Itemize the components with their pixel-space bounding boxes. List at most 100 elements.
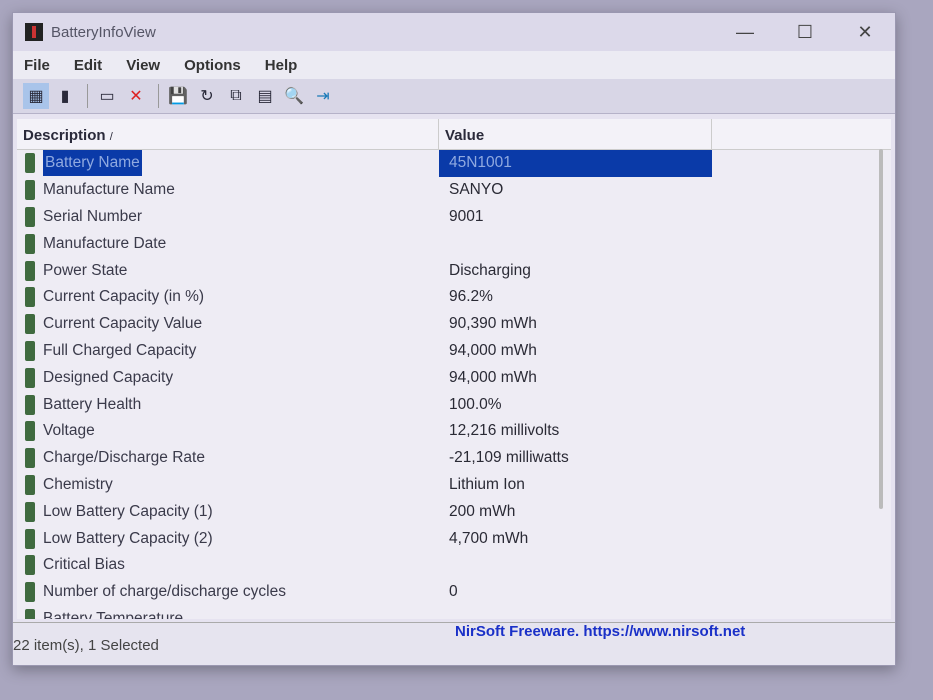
battery-icon: [25, 180, 35, 201]
menu-edit[interactable]: Edit: [71, 57, 105, 74]
row-description: Low Battery Capacity (2): [43, 529, 213, 547]
nirsoft-link[interactable]: NirSoft Freeware. https://www.nirsoft.ne…: [455, 623, 745, 640]
app-icon: [25, 23, 43, 41]
row-value: SANYO: [449, 181, 504, 199]
options-icon: ▤: [257, 88, 273, 105]
row-value: -21,109 milliwatts: [449, 449, 569, 467]
table-row[interactable]: Voltage 12,216 millivolts: [17, 418, 891, 445]
list-header: Description / Value: [17, 119, 891, 150]
row-description: Battery Health: [43, 395, 142, 413]
row-value: 94,000 mWh: [449, 368, 537, 386]
table-row[interactable]: Chemistry Lithium Ion: [17, 472, 891, 499]
row-value: 45N1001: [439, 150, 712, 177]
row-value: Discharging: [449, 261, 531, 279]
menu-help[interactable]: Help: [262, 57, 301, 74]
table-row[interactable]: Manufacture Name SANYO: [17, 177, 891, 204]
copy-icon: ⧉: [230, 87, 242, 104]
row-value: 0: [449, 583, 458, 601]
save-button[interactable]: 💾: [165, 83, 191, 109]
save-icon: 💾: [168, 88, 188, 105]
window-title: BatteryInfoView: [51, 23, 156, 41]
row-description: Current Capacity (in %): [43, 288, 205, 306]
table-row[interactable]: Battery Name 45N1001: [17, 150, 891, 177]
copy-button[interactable]: ⧉: [223, 83, 249, 109]
battery-icon: [25, 394, 35, 415]
options-button[interactable]: ▤: [252, 83, 278, 109]
html-report-icon: ▭: [99, 88, 115, 105]
maximize-button[interactable]: ☐: [775, 22, 835, 43]
menu-options[interactable]: Options: [181, 57, 244, 74]
table-row[interactable]: Serial Number 9001: [17, 204, 891, 231]
table-row[interactable]: Number of charge/discharge cycles 0: [17, 579, 891, 606]
battery-icon: [25, 608, 35, 619]
toolbar: ▦ ▮ ▭ ✕ 💾 ↻ ⧉ ▤ 🔍 ⇥: [13, 79, 895, 114]
battery-icon: [25, 367, 35, 388]
row-description: Power State: [43, 261, 128, 279]
find-icon: 🔍: [284, 88, 304, 105]
row-value: 94,000 mWh: [449, 341, 537, 359]
table-row[interactable]: Charge/Discharge Rate -21,109 milliwatts: [17, 445, 891, 472]
table-row[interactable]: Current Capacity Value 90,390 mWh: [17, 311, 891, 338]
table-row[interactable]: Designed Capacity 94,000 mWh: [17, 364, 891, 391]
table-row[interactable]: Low Battery Capacity (2) 4,700 mWh: [17, 525, 891, 552]
battery-icon: [25, 501, 35, 522]
battery-icon: [25, 287, 35, 308]
row-value: 90,390 mWh: [449, 315, 537, 333]
battery-info-list: Description / Value Battery Name 45N1001 M…: [17, 119, 891, 619]
battery-icon: [25, 555, 35, 576]
row-description: Full Charged Capacity: [43, 341, 197, 359]
row-value: Lithium Ion: [449, 475, 525, 493]
battery-icon: [25, 528, 35, 549]
battery-icon: [25, 474, 35, 495]
table-row[interactable]: Low Battery Capacity (1) 200 mWh: [17, 498, 891, 525]
row-description: Voltage: [43, 422, 95, 440]
vertical-scrollbar[interactable]: [879, 149, 883, 509]
row-description: Current Capacity Value: [43, 315, 203, 333]
row-description: Critical Bias: [43, 556, 125, 574]
menu-view[interactable]: View: [123, 57, 163, 74]
battery-icon: [25, 340, 35, 361]
refresh-button[interactable]: ↻: [194, 83, 220, 109]
row-description: Battery Temperature: [43, 609, 184, 619]
row-description: Chemistry: [43, 475, 113, 493]
battery-icon: [25, 448, 35, 469]
delete-button[interactable]: ✕: [123, 83, 149, 109]
table-row[interactable]: Critical Bias: [17, 552, 891, 579]
row-description: Serial Number: [43, 207, 143, 225]
row-description: Manufacture Date: [43, 234, 167, 252]
battery-icon: [25, 260, 35, 281]
properties-icon: ▦: [28, 88, 44, 105]
table-row[interactable]: Power State Discharging: [17, 257, 891, 284]
table-row[interactable]: Current Capacity (in %) 96.2%: [17, 284, 891, 311]
table-row[interactable]: Manufacture Date: [17, 230, 891, 257]
exit-icon: ⇥: [316, 88, 330, 105]
table-row[interactable]: Battery Health 100.0%: [17, 391, 891, 418]
row-value: 100.0%: [449, 395, 502, 413]
clipboard-icon: ▮: [60, 88, 70, 105]
close-button[interactable]: ✕: [835, 22, 895, 43]
menu-file[interactable]: File: [21, 57, 53, 74]
html-report-button[interactable]: ▭: [94, 83, 120, 109]
exit-button[interactable]: ⇥: [310, 83, 336, 109]
row-description: Low Battery Capacity (1): [43, 502, 213, 520]
table-row[interactable]: Battery Temperature: [17, 606, 891, 619]
delete-icon: ✕: [129, 88, 143, 105]
row-description: Battery Name: [43, 150, 142, 177]
row-description: Manufacture Name: [43, 181, 175, 199]
column-description[interactable]: Description /: [17, 119, 439, 149]
battery-icon: [25, 153, 35, 174]
properties-button[interactable]: ▦: [23, 83, 49, 109]
row-description: Number of charge/discharge cycles: [43, 583, 286, 601]
minimize-button[interactable]: —: [715, 22, 775, 43]
title-bar: BatteryInfoView — ☐ ✕: [13, 13, 895, 51]
row-description: Designed Capacity: [43, 368, 174, 386]
battery-icon: [25, 206, 35, 227]
row-value: 9001: [449, 207, 484, 225]
table-row[interactable]: Full Charged Capacity 94,000 mWh: [17, 338, 891, 365]
find-button[interactable]: 🔍: [281, 83, 307, 109]
row-value: 200 mWh: [449, 502, 516, 520]
menu-bar: File Edit View Options Help: [13, 51, 895, 79]
column-value[interactable]: Value: [439, 119, 712, 149]
clipboard-button[interactable]: ▮: [52, 83, 78, 109]
row-value: 96.2%: [449, 288, 493, 306]
